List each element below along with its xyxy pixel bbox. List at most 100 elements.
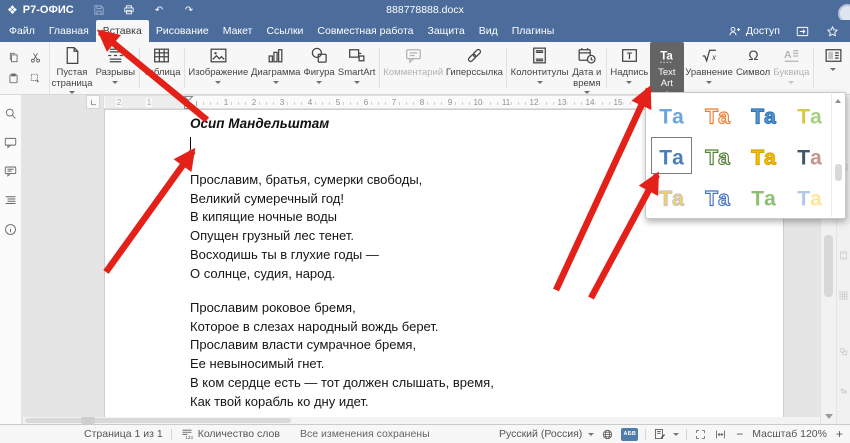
comments-icon[interactable] bbox=[3, 135, 18, 150]
equation-button[interactable]: xУравнение bbox=[684, 42, 735, 94]
textart-style-blue-fill-dark-outline[interactable]: Ta bbox=[740, 94, 786, 135]
table-settings-icon[interactable] bbox=[838, 290, 849, 301]
table-icon bbox=[151, 45, 172, 66]
scroll-down-arrow-icon[interactable] bbox=[825, 414, 833, 419]
table-button[interactable]: Таблица bbox=[142, 42, 182, 94]
poem-line: Как твой корабль ко дну идет. bbox=[190, 393, 730, 412]
header-footer-settings-icon[interactable] bbox=[838, 250, 849, 261]
open-file-location-icon[interactable] bbox=[795, 24, 810, 39]
poem-line: Которое в слезах народный вождь берет. bbox=[190, 318, 730, 337]
symbol-button[interactable]: ΩСимвол bbox=[734, 42, 771, 94]
svg-text:Ta: Ta bbox=[659, 105, 684, 128]
tab-file[interactable]: Файл bbox=[2, 20, 42, 42]
text-box-button[interactable]: TНадпись bbox=[609, 42, 650, 94]
date-time-button[interactable]: Дата и время bbox=[570, 42, 604, 94]
hyperlink-button[interactable]: Гиперссылка bbox=[444, 42, 504, 94]
zoom-out-button[interactable]: − bbox=[734, 427, 745, 441]
language-selector[interactable]: Русский (Россия) bbox=[499, 428, 594, 440]
tab-layout[interactable]: Макет bbox=[216, 20, 260, 42]
tab-plugins[interactable]: Плагины bbox=[505, 20, 562, 42]
tab-collaboration[interactable]: Совместная работа bbox=[310, 20, 420, 42]
tab-protection[interactable]: Защита bbox=[420, 20, 471, 42]
chevron-down-icon bbox=[69, 91, 75, 94]
text-art-button[interactable]: TaText Art bbox=[650, 42, 684, 94]
svg-text:Ta: Ta bbox=[705, 105, 730, 128]
tab-view[interactable]: Вид bbox=[472, 20, 505, 42]
textart-style-yellow-green-fill[interactable]: Ta bbox=[786, 94, 832, 135]
hscrollbar-marker[interactable] bbox=[81, 417, 95, 424]
breaks-button[interactable]: Разрывы bbox=[94, 42, 137, 94]
ruler-number: 12 bbox=[529, 98, 540, 107]
share-access-button[interactable]: Доступ bbox=[727, 24, 780, 39]
favorite-star-icon[interactable] bbox=[825, 24, 840, 39]
hyperlink-icon bbox=[464, 45, 485, 66]
smartart-button[interactable]: SmartArt bbox=[336, 42, 377, 94]
chevron-down-icon bbox=[626, 81, 632, 84]
ruler-number: 7 bbox=[391, 98, 397, 107]
search-icon[interactable] bbox=[3, 106, 18, 121]
ruler-number: 1 bbox=[223, 98, 229, 107]
gallery-scrollbar-thumb[interactable] bbox=[835, 164, 842, 181]
select-icon[interactable] bbox=[29, 72, 42, 85]
chart-button[interactable]: Диаграмма bbox=[250, 42, 302, 94]
textart-style-blue-outline[interactable]: Ta bbox=[694, 176, 740, 217]
undo-icon[interactable]: ↶ bbox=[152, 3, 166, 17]
textart-style-light-blue-fill[interactable]: Ta bbox=[648, 94, 694, 135]
tab-insert[interactable]: Вставка bbox=[96, 20, 149, 42]
tab-stop-selector[interactable] bbox=[86, 95, 100, 109]
blank-page-button[interactable]: Пустая страница bbox=[50, 42, 94, 94]
poem-line: Восходишь ты в глухие годы — bbox=[190, 246, 730, 265]
page-indicator[interactable]: Страница 1 из 1 bbox=[84, 428, 163, 440]
fit-width-button[interactable] bbox=[714, 428, 727, 441]
left-sidebar bbox=[0, 95, 22, 424]
navigation-icon[interactable] bbox=[3, 193, 18, 208]
textart-style-blue-yellow-fade[interactable]: Ta bbox=[786, 176, 832, 217]
shape-button[interactable]: Фигура bbox=[302, 42, 337, 94]
chevron-down-icon bbox=[215, 81, 221, 84]
content-controls-button[interactable] bbox=[816, 42, 850, 94]
cut-icon[interactable] bbox=[29, 51, 42, 64]
symbol-icon: Ω bbox=[743, 45, 764, 66]
textart-style-yellow-fill-gray-outline[interactable]: Ta bbox=[648, 176, 694, 217]
print-icon[interactable] bbox=[122, 3, 136, 17]
tab-references[interactable]: Ссылки bbox=[259, 20, 310, 42]
tab-draw[interactable]: Рисование bbox=[149, 20, 216, 42]
chart-icon bbox=[265, 45, 286, 66]
indent-marker[interactable] bbox=[183, 95, 194, 110]
about-icon[interactable] bbox=[3, 222, 18, 237]
textart-style-orange-outline[interactable]: Ta bbox=[694, 94, 740, 135]
chat-icon[interactable] bbox=[3, 164, 18, 179]
app-logo[interactable]: ❖ Р7-ОФИС bbox=[7, 0, 74, 20]
track-changes-button[interactable] bbox=[653, 427, 679, 441]
horizontal-scrollbar-thumb[interactable] bbox=[25, 418, 291, 423]
word-count-button[interactable]: 123 Количество слов bbox=[180, 427, 280, 441]
redo-icon[interactable]: ↷ bbox=[182, 3, 196, 17]
textart-style-green-outline[interactable]: Ta bbox=[694, 135, 740, 176]
comment-icon bbox=[403, 45, 424, 66]
image-button[interactable]: Изображение bbox=[187, 42, 249, 94]
horizontal-scrollbar[interactable] bbox=[23, 417, 820, 424]
scroll-up-arrow-icon[interactable] bbox=[835, 99, 841, 103]
spellcheck-toggle[interactable]: АБВ bbox=[621, 428, 638, 441]
textart-style-navy-rose-fill[interactable]: Ta bbox=[786, 135, 832, 176]
gallery-scrollbar[interactable] bbox=[831, 94, 844, 217]
textbox-icon: T bbox=[619, 45, 640, 66]
set-language-icon[interactable] bbox=[601, 428, 614, 441]
textart-style-green-fill[interactable]: Ta bbox=[740, 176, 786, 217]
textart-style-gold-fill[interactable]: Ta bbox=[740, 135, 786, 176]
shape-settings-icon[interactable] bbox=[838, 346, 849, 357]
ruler-number: 6 bbox=[363, 98, 369, 107]
fit-page-button[interactable] bbox=[694, 428, 707, 441]
zoom-in-button[interactable]: + bbox=[834, 427, 845, 441]
ribbon-toolbar: Пустая страницаРазрывыТаблицаИзображение… bbox=[0, 42, 850, 95]
paste-icon[interactable] bbox=[7, 72, 20, 85]
svg-text:Ta: Ta bbox=[705, 146, 730, 169]
save-icon[interactable] bbox=[92, 3, 106, 17]
copy-icon[interactable] bbox=[7, 51, 20, 64]
textart-style-blue-fill[interactable]: Ta bbox=[648, 135, 694, 176]
headers-footers-button[interactable]: Колонтитулы bbox=[509, 42, 570, 94]
tab-home[interactable]: Главная bbox=[42, 20, 96, 42]
textart-settings-icon[interactable]: Ta bbox=[838, 386, 849, 397]
poem-line: Прославим роковое бремя, bbox=[190, 299, 730, 318]
vertical-scrollbar-thumb[interactable] bbox=[824, 235, 833, 297]
